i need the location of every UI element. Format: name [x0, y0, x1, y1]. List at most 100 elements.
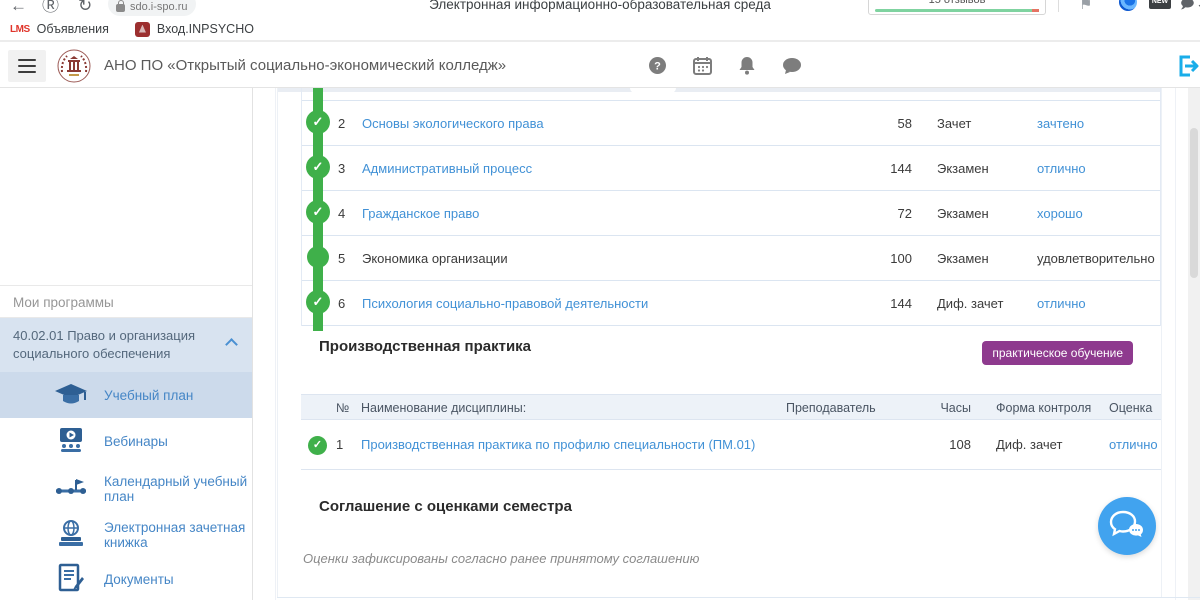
sidebar-item-label: Календарный учебный план	[104, 474, 252, 504]
row-number: 3	[338, 161, 345, 176]
help-icon[interactable]: ?	[648, 56, 667, 78]
grade-link[interactable]: отлично	[1037, 296, 1086, 311]
hours-value: 108	[931, 437, 971, 452]
hours-value: 72	[877, 206, 912, 221]
check-icon: ✓	[308, 436, 327, 455]
layout-divider	[1175, 88, 1176, 600]
row-number: 4	[338, 206, 345, 221]
reviews-rating-bar	[875, 9, 1039, 12]
gradebook-icon	[52, 520, 90, 551]
download-icon[interactable]: ⇣	[1196, 0, 1200, 12]
row-number: 6	[338, 296, 345, 311]
panel-bottom-border	[277, 597, 1200, 598]
chat-icon[interactable]	[782, 56, 802, 78]
discipline-link[interactable]: Гражданское право	[362, 206, 479, 221]
table-row: 6 Психология социально-правовой деятельн…	[302, 281, 1160, 326]
col-discipline: Наименование дисциплины:	[361, 401, 526, 415]
browser-toolbar: ← Ⓡ ↻ sdo.i-spo.ru Электронная информаци…	[0, 0, 1200, 18]
sidebar-item-label: Электронная зачетная книжка	[104, 520, 252, 550]
sidebar-item-label: Документы	[104, 572, 174, 587]
logout-icon[interactable]	[1176, 54, 1200, 81]
menu-icon[interactable]	[8, 50, 46, 82]
practice-heading: Производственная практика	[319, 338, 531, 355]
check-icon: ✓	[306, 155, 330, 179]
main-content: 2 Основы экологического права 58 Зачет з…	[277, 88, 1162, 597]
grade-link[interactable]: зачтено	[1037, 116, 1084, 131]
svg-text:?: ?	[654, 61, 661, 73]
calendar-icon[interactable]	[693, 56, 712, 78]
grade-value: удовлетворительно	[1037, 251, 1155, 266]
discipline-link[interactable]: Производственная практика по профилю спе…	[361, 437, 755, 452]
control-form: Зачет	[937, 116, 971, 131]
table-row: 4 Гражданское право 72 Экзамен хорошо	[302, 191, 1160, 236]
bookmark-label: Вход.INPSYCHO	[157, 22, 254, 36]
table-row: 5 Экономика организации 100 Экзамен удов…	[302, 236, 1160, 281]
grade-link[interactable]: отлично	[1109, 437, 1158, 452]
reviews-widget[interactable]: 15 отзывов	[868, 0, 1046, 15]
chat-bubble-icon	[1109, 510, 1145, 542]
col-grade: Оценка	[1109, 401, 1152, 415]
reviews-label: 15 отзывов	[929, 0, 986, 6]
lms-icon: LMS	[10, 24, 30, 35]
table-row: 2 Основы экологического права 58 Зачет з…	[302, 101, 1160, 146]
dot-marker	[307, 246, 329, 268]
milestone-icon	[52, 477, 90, 502]
control-form: Экзамен	[937, 206, 989, 221]
sidebar-item-label: Учебный план	[104, 388, 193, 403]
layout-divider	[275, 88, 276, 600]
sidebar-item-curriculum[interactable]: Учебный план	[0, 372, 252, 418]
row-number: 2	[338, 116, 345, 131]
row-number: 1	[336, 437, 343, 452]
support-chat-button[interactable]	[1098, 497, 1156, 555]
col-hours: Часы	[931, 401, 971, 415]
grade-link[interactable]: хорошо	[1037, 206, 1083, 221]
discipline-link[interactable]: Психология социально-правовой деятельнос…	[362, 296, 648, 311]
practice-table: № Наименование дисциплины: Преподаватель…	[301, 394, 1161, 470]
sidebar-item-webinars[interactable]: Вебинары	[0, 418, 252, 464]
discipline-link[interactable]: Основы экологического права	[362, 116, 544, 131]
bookmark-label: Объявления	[37, 22, 109, 36]
document-icon	[52, 563, 90, 596]
comments-extension-icon[interactable]: 🗩	[1180, 0, 1194, 17]
bookmark-inpsycho[interactable]: Вход.INPSYCHO	[135, 22, 254, 37]
sidebar-item-gradebook[interactable]: Электронная зачетная книжка	[0, 512, 252, 558]
grade-link[interactable]: отлично	[1037, 161, 1086, 176]
college-logo	[56, 48, 92, 89]
sidebar-item-calendar-plan[interactable]: Календарный учебный план	[0, 466, 252, 512]
screen: ← Ⓡ ↻ sdo.i-spo.ru Электронная информаци…	[0, 0, 1200, 600]
sidebar-item-label: Вебинары	[104, 434, 168, 449]
webinar-icon	[52, 427, 90, 456]
bell-icon[interactable]	[738, 56, 756, 78]
hours-value: 144	[877, 296, 912, 311]
discipline-name: Экономика организации	[362, 251, 508, 266]
control-form: Диф. зачет	[937, 296, 1003, 311]
chevron-up-icon	[225, 338, 238, 351]
check-icon: ✓	[306, 110, 330, 134]
sidebar-section-title: Мои программы	[0, 285, 252, 318]
new-badge-icon[interactable]: NEW	[1149, 0, 1171, 9]
program-title: 40.02.01 Право и организация социального…	[13, 328, 195, 361]
sidebar: Мои программы 40.02.01 Право и организац…	[0, 88, 253, 600]
table-header: № Наименование дисциплины: Преподаватель…	[301, 394, 1161, 420]
check-icon: ✓	[306, 290, 330, 314]
control-form: Экзамен	[937, 161, 989, 176]
hours-value: 100	[877, 251, 912, 266]
control-form: Экзамен	[937, 251, 989, 266]
scrollbar[interactable]	[1188, 88, 1200, 600]
sidebar-item-documents[interactable]: Документы	[0, 556, 252, 600]
bookmark-icon[interactable]: ⚑	[1079, 0, 1092, 13]
table-row-partial	[302, 88, 1160, 101]
app-header: АНО ПО «Открытый социально-экономический…	[0, 44, 1200, 88]
control-form: Диф. зачет	[996, 437, 1062, 452]
col-teacher: Преподаватель	[786, 401, 876, 415]
row-number: 5	[338, 251, 345, 266]
toolbar-divider	[1058, 0, 1059, 12]
sidebar-program-header[interactable]: 40.02.01 Право и организация социального…	[0, 318, 252, 372]
col-control-form: Форма контроля	[996, 401, 1091, 415]
bookmarks-bar: LMS Объявления Вход.INPSYCHO	[0, 18, 1200, 42]
header-icons: ?	[648, 56, 802, 78]
bookmark-announcements[interactable]: LMS Объявления	[10, 22, 109, 36]
organization-name: АНО ПО «Открытый социально-экономический…	[104, 57, 506, 74]
discipline-link[interactable]: Административный процесс	[362, 161, 532, 176]
scrollbar-thumb[interactable]	[1190, 128, 1198, 278]
